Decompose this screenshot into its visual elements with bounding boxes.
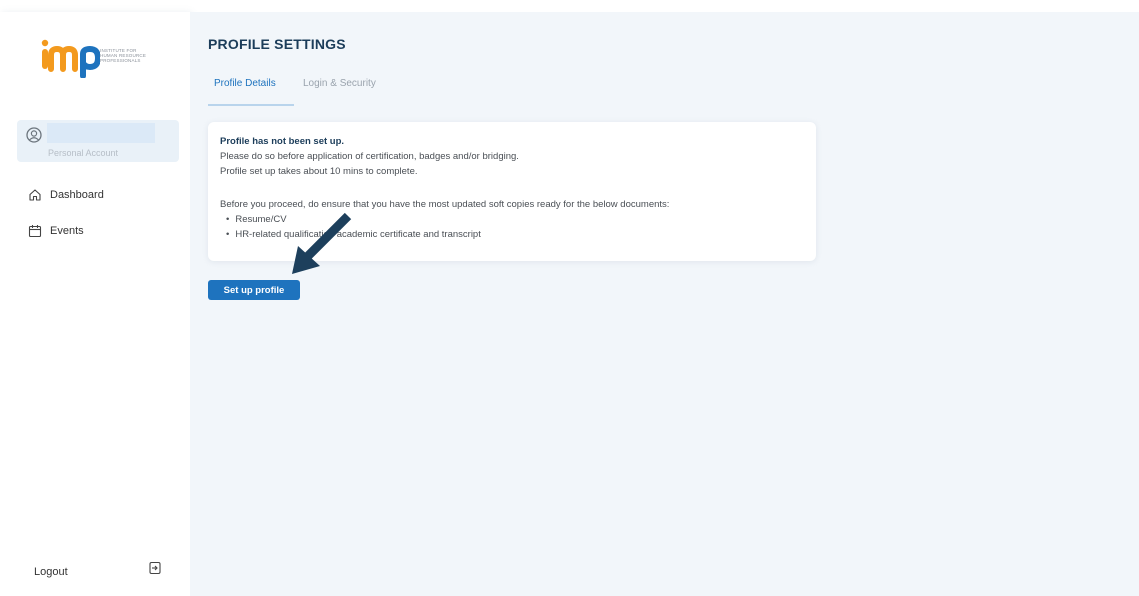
imp-logo-mark bbox=[41, 39, 102, 79]
notice-title: Profile has not been set up. bbox=[220, 136, 345, 147]
setup-profile-button[interactable]: Set up profile bbox=[208, 280, 300, 300]
logout-link[interactable]: Logout bbox=[34, 566, 68, 578]
account-card[interactable]: Personal Account bbox=[17, 120, 179, 162]
user-avatar-icon bbox=[26, 127, 42, 143]
list-item: Resume/CV bbox=[226, 214, 286, 225]
top-band bbox=[0, 0, 1139, 12]
tab-login-security[interactable]: Login & Security bbox=[303, 78, 376, 89]
logout-icon[interactable] bbox=[148, 561, 162, 575]
home-icon bbox=[29, 189, 41, 201]
account-type-label: Personal Account bbox=[48, 148, 119, 158]
notice-line: Profile set up takes about 10 mins to co… bbox=[220, 166, 418, 177]
sidebar-item-events[interactable]: Events bbox=[28, 222, 84, 240]
account-name-redacted bbox=[47, 123, 155, 143]
logo: INSTITUTE FOR HUMAN RESOURCE PROFESSIONA… bbox=[38, 38, 160, 79]
notice-line: Before you proceed, do ensure that you h… bbox=[220, 199, 670, 210]
tab-profile-details[interactable]: Profile Details bbox=[214, 78, 276, 89]
logo-org-line: PROFESSIONALS bbox=[100, 58, 141, 63]
page-title: PROFILE SETTINGS bbox=[208, 36, 346, 52]
calendar-icon bbox=[28, 225, 42, 238]
notice-line: Please do so before application of certi… bbox=[220, 151, 519, 162]
sidebar-item-label: Dashboard bbox=[50, 189, 104, 201]
active-tab-indicator bbox=[208, 104, 294, 106]
sidebar-item-label: Events bbox=[50, 225, 84, 237]
main-content: PROFILE SETTINGS Profile Details Login &… bbox=[190, 12, 1139, 596]
logo-org-text: INSTITUTE FOR HUMAN RESOURCE PROFESSIONA… bbox=[100, 48, 160, 63]
sidebar-item-dashboard[interactable]: Dashboard bbox=[28, 186, 104, 204]
sidebar: INSTITUTE FOR HUMAN RESOURCE PROFESSIONA… bbox=[0, 12, 190, 596]
annotation-arrow-icon bbox=[292, 212, 352, 274]
